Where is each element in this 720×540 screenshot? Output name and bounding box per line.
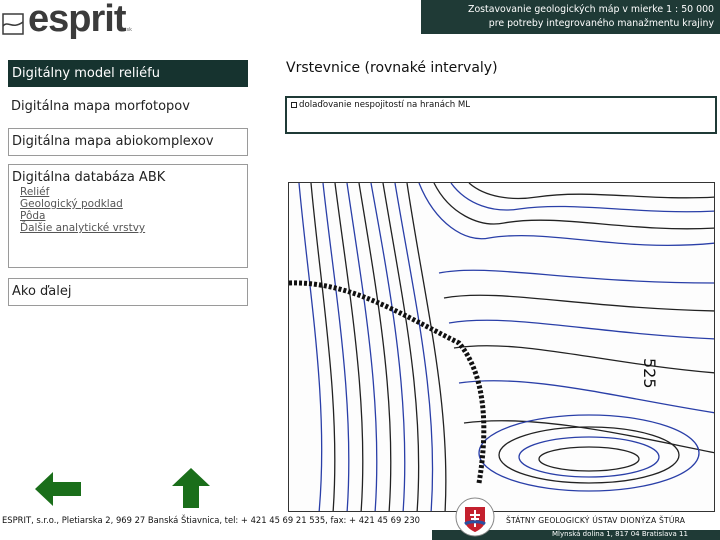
nav-item-label: Digitálna databáza ABK	[12, 170, 166, 185]
nav-sub-analytic-layers[interactable]: Ďalšie analytické vrstvy	[12, 222, 247, 234]
nav-item-next-steps[interactable]: Ako ďalej	[8, 278, 248, 306]
nav-item-label: Ako ďalej	[12, 284, 72, 299]
banner-line-1: Zostavovanie geologických máp v mierke 1…	[468, 4, 714, 15]
nav-item-label: Digitálna mapa abiokomplexov	[12, 134, 214, 149]
nav-sub-geology[interactable]: Geologický podklad	[12, 198, 247, 210]
nav-sub-soil[interactable]: Pôda	[12, 210, 247, 222]
content-bullet-box: dolaďovanie nespojitostí na hranách ML	[285, 96, 717, 134]
sgu-emblem-icon	[455, 497, 495, 537]
content-bullet: dolaďovanie nespojitostí na hranách ML	[299, 100, 471, 110]
contour-label: 525	[640, 358, 659, 389]
esprit-logo: esprit sk	[2, 0, 132, 40]
nav-item-relief-model[interactable]: Digitálny model reliéfu	[8, 60, 248, 87]
logo-text: esprit	[28, 0, 126, 40]
arrow-up-icon[interactable]	[172, 468, 210, 508]
nav-item-abiocomplexes[interactable]: Digitálna mapa abiokomplexov	[8, 128, 248, 156]
banner-line-2: pre potreby integrovaného manažmentu kra…	[488, 18, 714, 29]
checkbox-bullet-icon	[291, 101, 297, 108]
footer-address: ESPRIT, s.r.o., Pletiarska 2, 969 27 Ban…	[2, 515, 420, 525]
nav-sub-relief[interactable]: Reliéf	[12, 186, 247, 198]
arrow-left-icon[interactable]	[35, 472, 81, 506]
nav-item-label: Digitálna mapa morfotopov	[11, 99, 190, 114]
logo-sub: sk	[126, 27, 132, 33]
sgu-name: ŠTÁTNY GEOLOGICKÝ ÚSTAV DIONÝZA ŠTÚRA	[506, 516, 686, 525]
title-banner: Zostavovanie geologických máp v mierke 1…	[421, 0, 720, 34]
logo-mark-icon	[2, 13, 24, 35]
nav-item-label: Digitálny model reliéfu	[12, 66, 160, 81]
nav-item-morphotopes[interactable]: Digitálna mapa morfotopov	[8, 94, 248, 120]
nav-item-abk-database[interactable]: Digitálna databáza ABK Reliéf Geologický…	[8, 164, 248, 268]
contour-map-drawing: 525	[289, 183, 714, 511]
sgu-address: Mlynská dolina 1, 817 04 Bratislava 11	[552, 530, 688, 538]
contour-map: 525	[288, 182, 715, 512]
content-title: Vrstevnice (rovnaké intervaly)	[286, 60, 498, 76]
